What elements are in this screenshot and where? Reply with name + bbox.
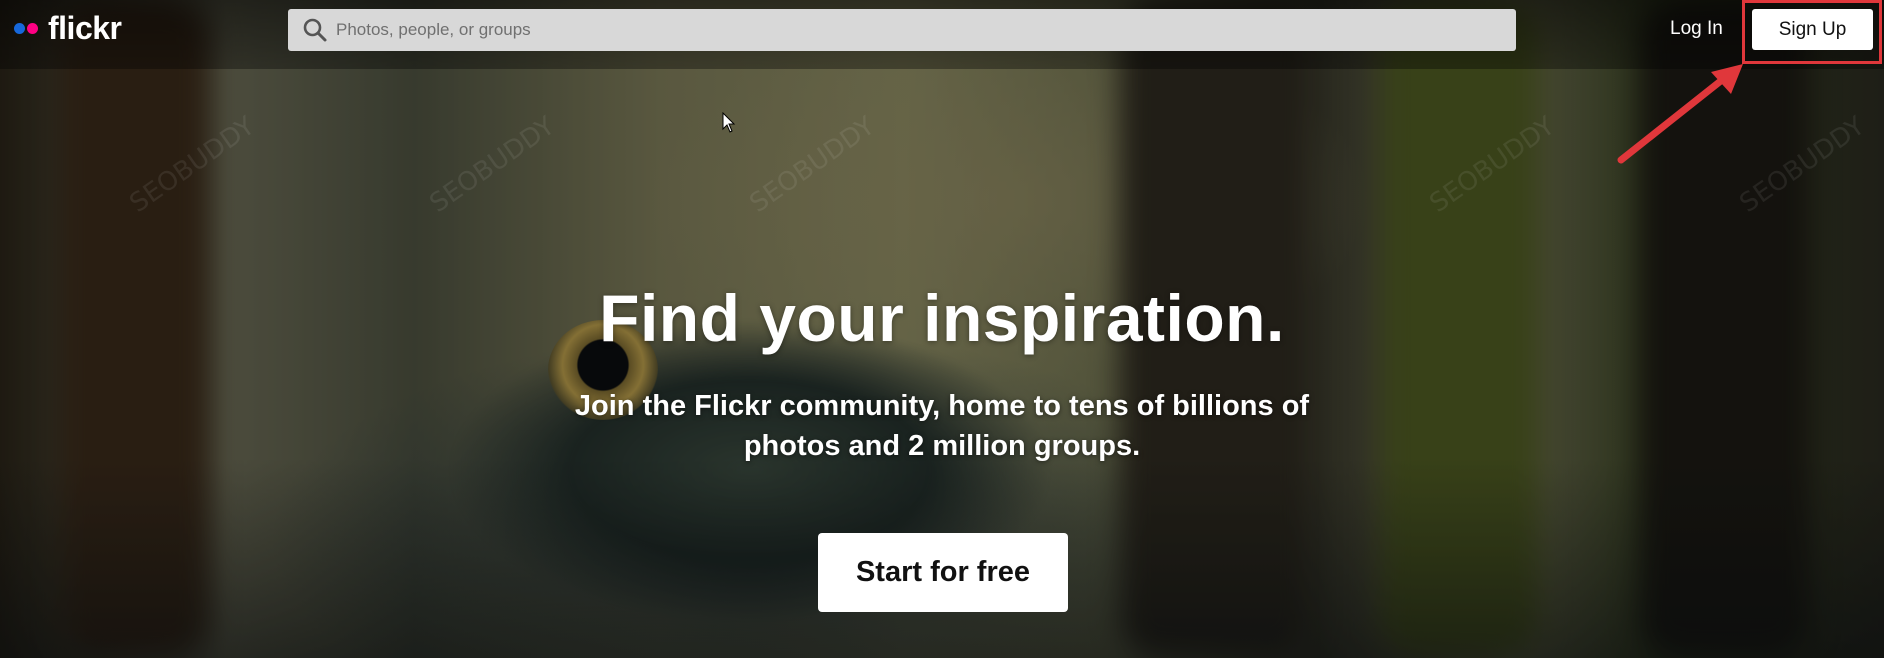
hero-title: Find your inspiration.	[599, 281, 1285, 355]
logo-pink-dot	[27, 23, 38, 34]
signup-highlight-box	[1742, 0, 1882, 64]
search-icon[interactable]	[294, 9, 336, 51]
start-for-free-button[interactable]: Start for free	[818, 533, 1068, 612]
search-input[interactable]	[336, 20, 1496, 40]
mouse-cursor-icon	[722, 112, 736, 133]
hero-subtitle-line-2: photos and 2 million groups.	[743, 430, 1141, 462]
logo-text: flickr	[48, 10, 122, 46]
flickr-logo[interactable]: flickr	[14, 10, 122, 47]
logo-blue-dot	[14, 23, 25, 34]
search-bar[interactable]	[288, 9, 1516, 51]
hero-section: Find your inspiration. Join the Flickr c…	[0, 280, 1884, 466]
top-navigation-bar: flickr Log In Sign Up	[0, 0, 1884, 69]
login-link[interactable]: Log In	[1670, 18, 1723, 40]
annotation-arrow-icon	[1617, 64, 1743, 164]
hero-subtitle-line-1: Join the Flickr community, home to tens …	[574, 390, 1310, 422]
